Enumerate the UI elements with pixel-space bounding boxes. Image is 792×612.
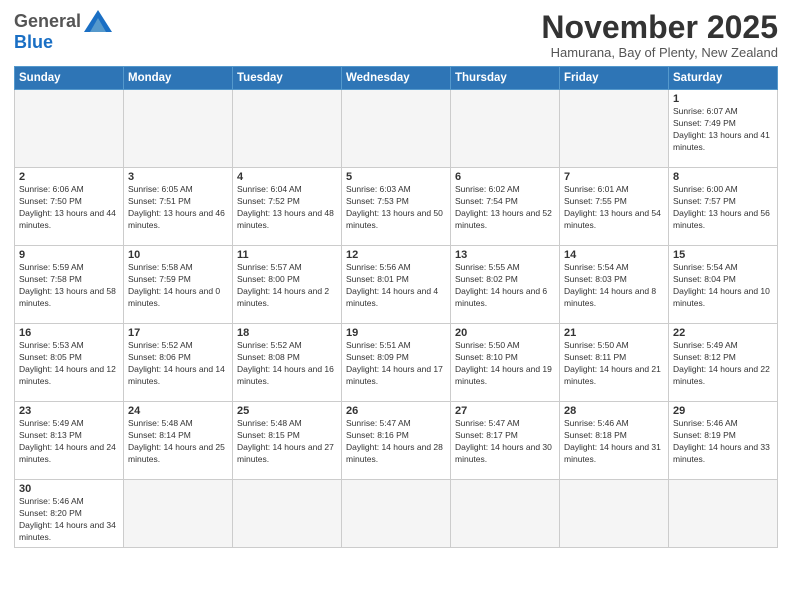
month-title: November 2025 — [541, 10, 778, 45]
day-19: 19 Sunrise: 5:51 AMSunset: 8:09 PMDaylig… — [342, 324, 451, 402]
day-number-4: 4 — [237, 171, 337, 183]
week-row-5: 23 Sunrise: 5:49 AMSunset: 8:13 PMDaylig… — [15, 402, 778, 480]
day-number-14: 14 — [564, 249, 664, 261]
day-number-11: 11 — [237, 249, 337, 261]
day-number-30: 30 — [19, 483, 119, 495]
day-info-1: Sunrise: 6:07 AM Sunset: 7:49 PM Dayligh… — [673, 106, 773, 154]
empty-cell — [124, 480, 233, 548]
day-number-12: 12 — [346, 249, 446, 261]
day-3: 3 Sunrise: 6:05 AMSunset: 7:51 PMDayligh… — [124, 168, 233, 246]
day-number-28: 28 — [564, 405, 664, 417]
logo-area: General Blue — [14, 10, 112, 53]
empty-cell — [669, 480, 778, 548]
logo-icon — [84, 10, 112, 32]
day-2: 2 Sunrise: 6:06 AMSunset: 7:50 PMDayligh… — [15, 168, 124, 246]
empty-cell — [124, 90, 233, 168]
week-row-1: 1 Sunrise: 6:07 AM Sunset: 7:49 PM Dayli… — [15, 90, 778, 168]
empty-cell — [15, 90, 124, 168]
day-number-20: 20 — [455, 327, 555, 339]
day-number-18: 18 — [237, 327, 337, 339]
day-25: 25 Sunrise: 5:48 AMSunset: 8:15 PMDaylig… — [233, 402, 342, 480]
logo: General — [14, 10, 112, 32]
day-number-10: 10 — [128, 249, 228, 261]
day-number-13: 13 — [455, 249, 555, 261]
empty-cell — [342, 90, 451, 168]
day-number-5: 5 — [346, 171, 446, 183]
day-28: 28 Sunrise: 5:46 AMSunset: 8:18 PMDaylig… — [560, 402, 669, 480]
day-1: 1 Sunrise: 6:07 AM Sunset: 7:49 PM Dayli… — [669, 90, 778, 168]
day-number-27: 27 — [455, 405, 555, 417]
day-23: 23 Sunrise: 5:49 AMSunset: 8:13 PMDaylig… — [15, 402, 124, 480]
header-tuesday: Tuesday — [233, 67, 342, 90]
day-8: 8 Sunrise: 6:00 AMSunset: 7:57 PMDayligh… — [669, 168, 778, 246]
day-16: 16 Sunrise: 5:53 AMSunset: 8:05 PMDaylig… — [15, 324, 124, 402]
location-subtitle: Hamurana, Bay of Plenty, New Zealand — [541, 45, 778, 60]
day-number-2: 2 — [19, 171, 119, 183]
empty-cell — [560, 480, 669, 548]
day-number-22: 22 — [673, 327, 773, 339]
day-17: 17 Sunrise: 5:52 AMSunset: 8:06 PMDaylig… — [124, 324, 233, 402]
day-22: 22 Sunrise: 5:49 AMSunset: 8:12 PMDaylig… — [669, 324, 778, 402]
day-7: 7 Sunrise: 6:01 AMSunset: 7:55 PMDayligh… — [560, 168, 669, 246]
week-row-4: 16 Sunrise: 5:53 AMSunset: 8:05 PMDaylig… — [15, 324, 778, 402]
day-21: 21 Sunrise: 5:50 AMSunset: 8:11 PMDaylig… — [560, 324, 669, 402]
day-10: 10 Sunrise: 5:58 AMSunset: 7:59 PMDaylig… — [124, 246, 233, 324]
day-18: 18 Sunrise: 5:52 AMSunset: 8:08 PMDaylig… — [233, 324, 342, 402]
day-number-1: 1 — [673, 93, 773, 105]
header-thursday: Thursday — [451, 67, 560, 90]
logo-general-text: General — [14, 11, 81, 32]
weekday-header-row: Sunday Monday Tuesday Wednesday Thursday… — [15, 67, 778, 90]
week-row-2: 2 Sunrise: 6:06 AMSunset: 7:50 PMDayligh… — [15, 168, 778, 246]
day-number-3: 3 — [128, 171, 228, 183]
day-4: 4 Sunrise: 6:04 AMSunset: 7:52 PMDayligh… — [233, 168, 342, 246]
empty-cell — [233, 480, 342, 548]
header: General Blue November 2025 Hamurana, Bay… — [14, 10, 778, 60]
page: General Blue November 2025 Hamurana, Bay… — [0, 0, 792, 612]
empty-cell — [342, 480, 451, 548]
day-27: 27 Sunrise: 5:47 AMSunset: 8:17 PMDaylig… — [451, 402, 560, 480]
logo-blue-text: Blue — [14, 32, 53, 53]
day-12: 12 Sunrise: 5:56 AMSunset: 8:01 PMDaylig… — [342, 246, 451, 324]
header-sunday: Sunday — [15, 67, 124, 90]
day-30: 30 Sunrise: 5:46 AMSunset: 8:20 PMDaylig… — [15, 480, 124, 548]
day-number-29: 29 — [673, 405, 773, 417]
header-wednesday: Wednesday — [342, 67, 451, 90]
day-29: 29 Sunrise: 5:46 AMSunset: 8:19 PMDaylig… — [669, 402, 778, 480]
day-number-23: 23 — [19, 405, 119, 417]
day-9: 9 Sunrise: 5:59 AMSunset: 7:58 PMDayligh… — [15, 246, 124, 324]
header-saturday: Saturday — [669, 67, 778, 90]
day-number-24: 24 — [128, 405, 228, 417]
header-friday: Friday — [560, 67, 669, 90]
empty-cell — [451, 480, 560, 548]
day-number-15: 15 — [673, 249, 773, 261]
title-area: November 2025 Hamurana, Bay of Plenty, N… — [541, 10, 778, 60]
day-6: 6 Sunrise: 6:02 AMSunset: 7:54 PMDayligh… — [451, 168, 560, 246]
day-24: 24 Sunrise: 5:48 AMSunset: 8:14 PMDaylig… — [124, 402, 233, 480]
empty-cell — [451, 90, 560, 168]
empty-cell — [560, 90, 669, 168]
day-number-17: 17 — [128, 327, 228, 339]
day-20: 20 Sunrise: 5:50 AMSunset: 8:10 PMDaylig… — [451, 324, 560, 402]
week-row-6: 30 Sunrise: 5:46 AMSunset: 8:20 PMDaylig… — [15, 480, 778, 548]
week-row-3: 9 Sunrise: 5:59 AMSunset: 7:58 PMDayligh… — [15, 246, 778, 324]
header-monday: Monday — [124, 67, 233, 90]
day-number-26: 26 — [346, 405, 446, 417]
day-number-9: 9 — [19, 249, 119, 261]
day-5: 5 Sunrise: 6:03 AMSunset: 7:53 PMDayligh… — [342, 168, 451, 246]
day-15: 15 Sunrise: 5:54 AMSunset: 8:04 PMDaylig… — [669, 246, 778, 324]
day-number-8: 8 — [673, 171, 773, 183]
calendar-table: Sunday Monday Tuesday Wednesday Thursday… — [14, 66, 778, 548]
day-13: 13 Sunrise: 5:55 AMSunset: 8:02 PMDaylig… — [451, 246, 560, 324]
day-number-21: 21 — [564, 327, 664, 339]
day-11: 11 Sunrise: 5:57 AMSunset: 8:00 PMDaylig… — [233, 246, 342, 324]
day-26: 26 Sunrise: 5:47 AMSunset: 8:16 PMDaylig… — [342, 402, 451, 480]
day-number-7: 7 — [564, 171, 664, 183]
day-number-16: 16 — [19, 327, 119, 339]
empty-cell — [233, 90, 342, 168]
day-14: 14 Sunrise: 5:54 AMSunset: 8:03 PMDaylig… — [560, 246, 669, 324]
day-number-6: 6 — [455, 171, 555, 183]
day-number-25: 25 — [237, 405, 337, 417]
day-number-19: 19 — [346, 327, 446, 339]
